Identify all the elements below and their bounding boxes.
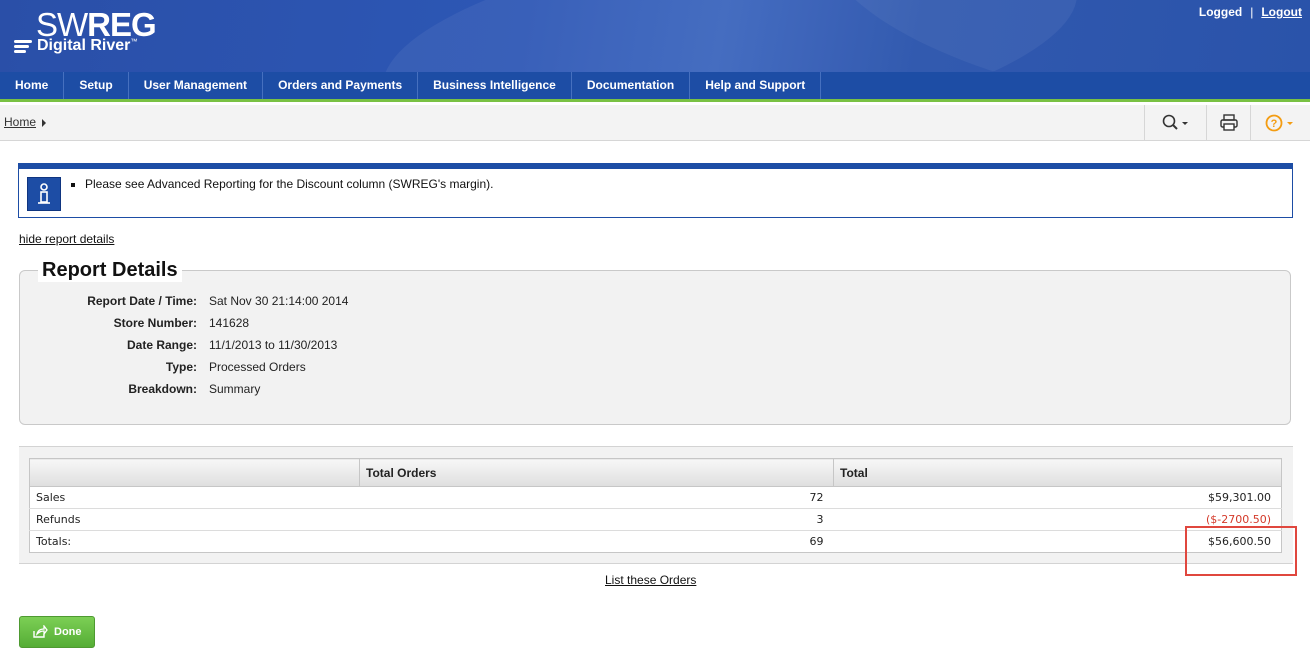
breadcrumb: Home: [4, 115, 47, 129]
table-header-row: Total Orders Total: [29, 458, 1282, 487]
breadcrumb-arrow-icon: [42, 118, 47, 127]
row-orders: 69: [359, 530, 834, 553]
app-header: SWREG Digital River™ Logged | Logout: [0, 0, 1310, 72]
detail-row-store-number: Store Number: 141628: [20, 316, 1290, 332]
nav-documentation[interactable]: Documentation: [572, 72, 691, 99]
header-separator: |: [1250, 5, 1254, 19]
detail-value: 11/1/2013 to 11/30/2013: [209, 338, 338, 352]
highlight-annotation-box: [1185, 526, 1297, 576]
row-label: Refunds: [29, 508, 360, 531]
help-menu-button[interactable]: ?: [1250, 105, 1310, 141]
detail-value: Processed Orders: [209, 360, 306, 374]
breadcrumb-bar: Home ?: [0, 105, 1310, 141]
detail-row-breakdown: Breakdown: Summary: [20, 382, 1290, 398]
row-orders: 3: [359, 508, 834, 531]
svg-text:?: ?: [1270, 118, 1277, 130]
report-table-panel: Total Orders Total Sales 72 $59,301.00 R…: [19, 446, 1293, 564]
detail-value: 141628: [209, 316, 250, 330]
logout-link[interactable]: Logout: [1261, 5, 1302, 19]
detail-label: Date Range:: [126, 338, 197, 352]
detail-row-type: Type: Processed Orders: [20, 360, 1290, 376]
toolbar: ?: [1144, 105, 1310, 141]
report-details-title: Report Details: [38, 259, 182, 282]
hide-report-details-link[interactable]: hide report details: [19, 232, 114, 246]
info-message-text: Please see Advanced Reporting for the Di…: [71, 177, 493, 191]
logged-label: Logged: [1198, 5, 1243, 19]
nav-user-management[interactable]: User Management: [129, 72, 264, 99]
detail-label: Type:: [165, 360, 197, 374]
digital-river-icon: [14, 40, 32, 54]
print-icon: [1219, 114, 1238, 131]
detail-value: Summary: [209, 382, 261, 396]
search-menu-button[interactable]: [1144, 105, 1206, 141]
table-row: Refunds 3 ($-2700.50): [29, 508, 1282, 531]
list-these-orders-link[interactable]: List these Orders: [605, 573, 696, 587]
report-summary-table: Total Orders Total Sales 72 $59,301.00 R…: [29, 458, 1282, 553]
table-row-totals: Totals: 69 $56,600.50: [29, 530, 1282, 553]
logo-digital-river: Digital River™: [14, 37, 154, 57]
row-orders: 72: [359, 486, 834, 509]
table-row: Sales 72 $59,301.00: [29, 486, 1282, 509]
detail-label: Report Date / Time:: [87, 294, 197, 308]
nav-home[interactable]: Home: [0, 72, 65, 99]
info-message-box: Please see Advanced Reporting for the Di…: [18, 163, 1293, 218]
help-icon: ?: [1265, 114, 1293, 132]
column-header-label: [29, 458, 360, 487]
report-details-panel: Report Details Report Date / Time: Sat N…: [19, 259, 1291, 425]
row-label: Totals:: [29, 530, 360, 553]
nav-setup[interactable]: Setup: [64, 72, 129, 99]
row-total: $59,301.00: [833, 486, 1282, 509]
detail-value: Sat Nov 30 21:14:00 2014: [209, 294, 349, 308]
nav-orders-and-payments[interactable]: Orders and Payments: [263, 72, 419, 99]
done-button[interactable]: Done: [19, 616, 95, 648]
detail-label: Store Number:: [113, 316, 197, 330]
detail-row-date-time: Report Date / Time: Sat Nov 30 21:14:00 …: [20, 294, 1290, 310]
row-label: Sales: [29, 486, 360, 509]
column-header-total: Total: [833, 458, 1282, 487]
breadcrumb-home[interactable]: Home: [4, 115, 36, 129]
column-header-total-orders: Total Orders: [359, 458, 834, 487]
detail-row-date-range: Date Range: 11/1/2013 to 11/30/2013: [20, 338, 1290, 354]
search-icon: [1162, 114, 1188, 130]
nav-help-and-support[interactable]: Help and Support: [690, 72, 822, 99]
info-icon: [27, 177, 61, 211]
nav-business-intelligence[interactable]: Business Intelligence: [418, 72, 572, 99]
print-button[interactable]: [1206, 105, 1250, 141]
done-label: Done: [54, 626, 82, 638]
share-arrow-icon: [33, 625, 48, 638]
header-user-links: Logged | Logout: [1199, 5, 1302, 19]
detail-label: Breakdown:: [128, 382, 197, 396]
main-nav: Home Setup User Management Orders and Pa…: [0, 72, 1310, 102]
